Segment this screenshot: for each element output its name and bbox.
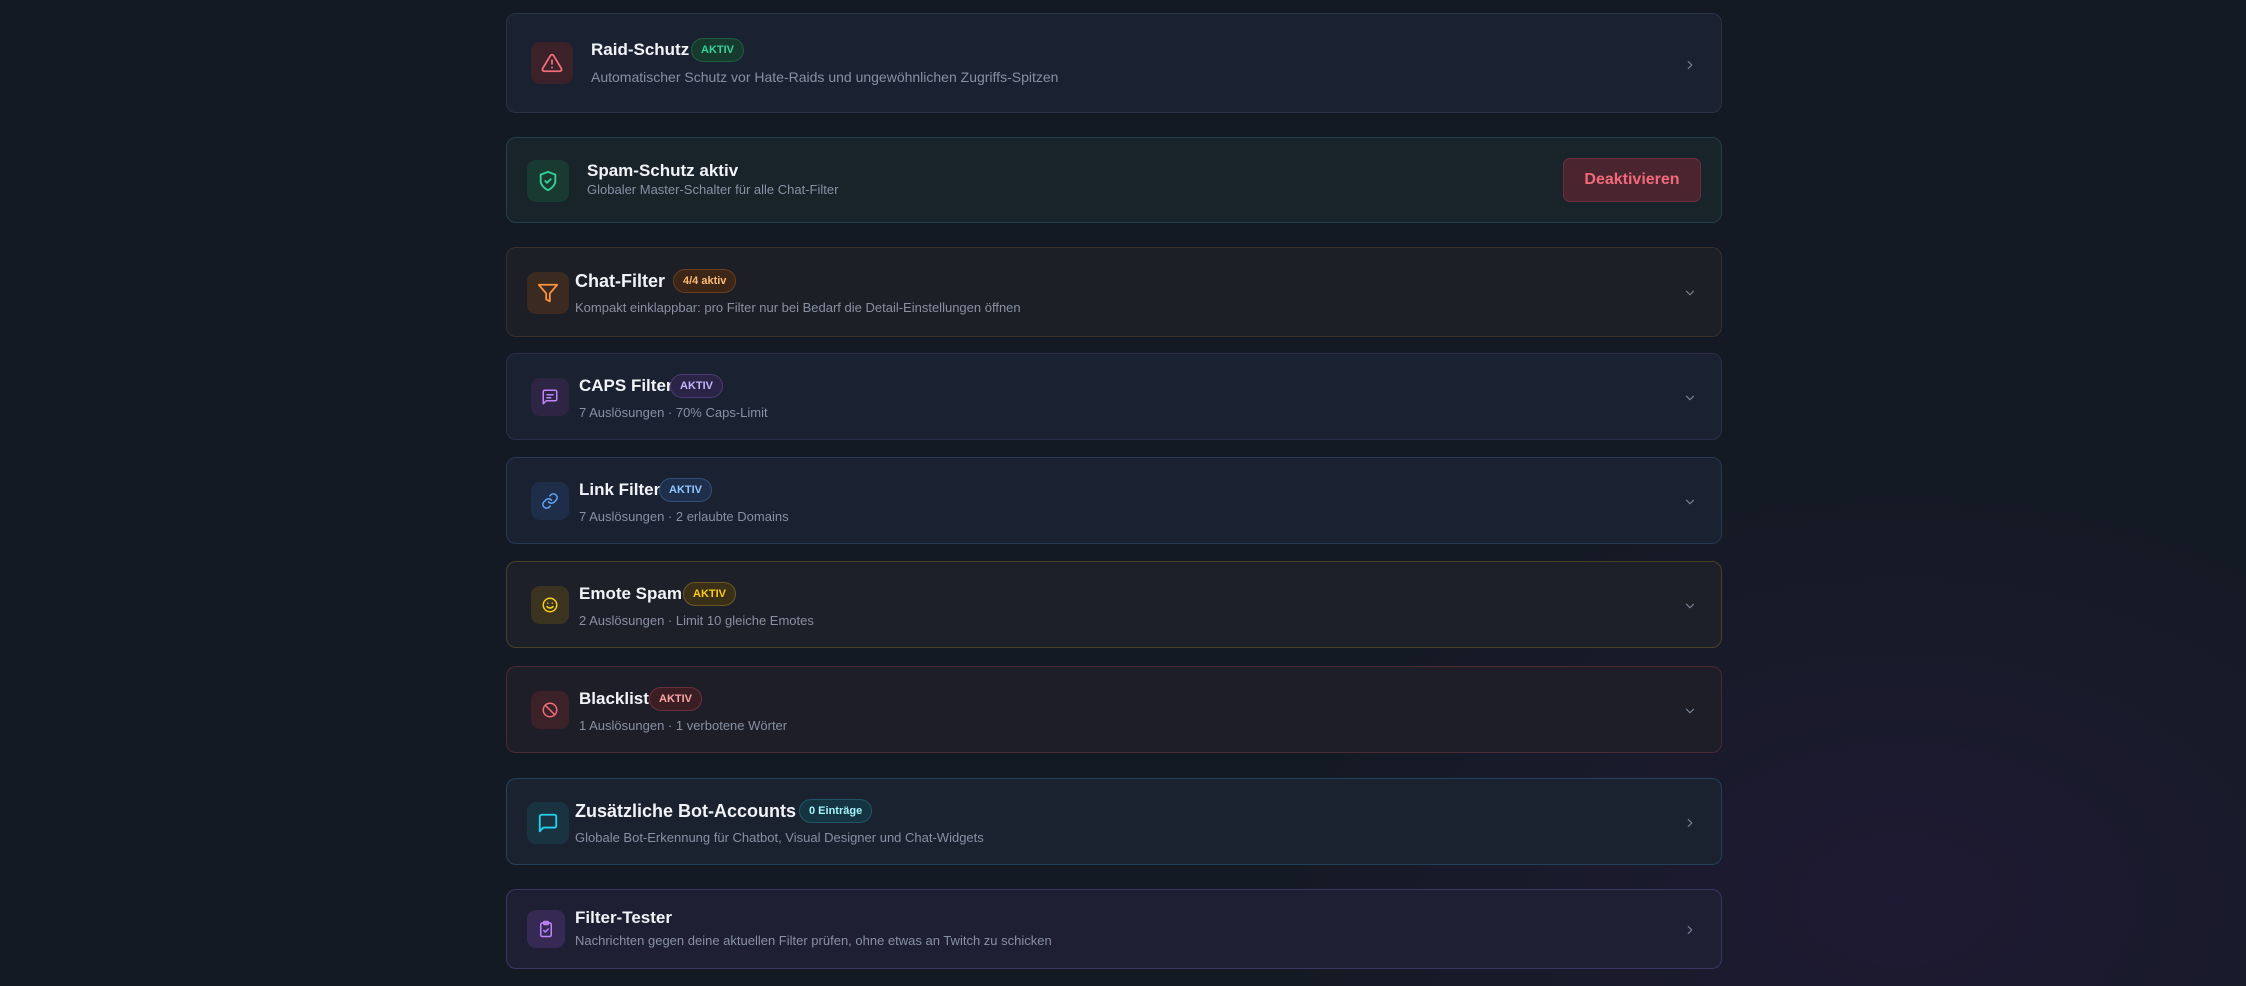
link-icon [531, 482, 569, 520]
chat-filter-subtitle: Kompakt einklappbar: pro Filter nur bei … [575, 300, 1021, 315]
spam-protection-card: Spam-Schutz aktiv Globaler Master-Schalt… [506, 137, 1722, 223]
link-filter-title: Link Filter [579, 480, 661, 499]
bot-accounts-count-badge: 0 Einträge [799, 799, 873, 823]
chevron-right-icon [1683, 816, 1697, 830]
bot-accounts-subtitle: Globale Bot-Erkennung für Chatbot, Visua… [575, 830, 984, 845]
chevron-down-icon [1683, 599, 1697, 613]
link-filter-subtitle: 7 Auslösungen · 2 erlaubte Domains [579, 509, 789, 524]
blacklist-status-badge: AKTIV [649, 687, 702, 711]
warning-triangle-icon [531, 42, 573, 84]
smile-icon [531, 586, 569, 624]
chevron-right-icon [1683, 58, 1697, 72]
raid-protection-card[interactable]: Raid-Schutz AKTIV Automatischer Schutz v… [506, 13, 1722, 113]
deactivate-button[interactable]: Deaktivieren [1563, 158, 1701, 202]
filter-tester-card[interactable]: Filter-Tester Nachrichten gegen deine ak… [506, 889, 1722, 969]
shield-check-icon [527, 160, 569, 202]
raid-subtitle: Automatischer Schutz vor Hate-Raids und … [591, 69, 1059, 85]
chevron-right-icon [1683, 923, 1697, 937]
caps-filter-subtitle: 7 Auslösungen · 70% Caps-Limit [579, 405, 768, 420]
raid-status-badge: AKTIV [691, 38, 744, 62]
chevron-down-icon [1683, 704, 1697, 718]
filter-icon [527, 272, 569, 314]
raid-title: Raid-Schutz [591, 40, 690, 59]
blacklist-card[interactable]: Blacklist AKTIV 1 Auslösungen · 1 verbot… [506, 666, 1722, 753]
blacklist-title: Blacklist [579, 689, 649, 708]
spam-subtitle: Globaler Master-Schalter für alle Chat-F… [587, 182, 839, 197]
chevron-down-icon [1683, 495, 1697, 509]
caps-filter-card[interactable]: CAPS Filter AKTIV 7 Auslösungen · 70% Ca… [506, 353, 1722, 440]
link-filter-card[interactable]: Link Filter AKTIV 7 Auslösungen · 2 erla… [506, 457, 1722, 544]
chat-filter-count-badge: 4/4 aktiv [673, 269, 737, 293]
emote-spam-title: Emote Spam [579, 584, 682, 603]
emote-spam-status-badge: AKTIV [683, 582, 736, 606]
chat-bubble-icon [527, 802, 569, 844]
chat-filter-title: Chat-Filter [575, 271, 665, 291]
emote-spam-subtitle: 2 Auslösungen · Limit 10 gleiche Emotes [579, 613, 814, 628]
filter-tester-subtitle: Nachrichten gegen deine aktuellen Filter… [575, 933, 1052, 948]
blacklist-subtitle: 1 Auslösungen · 1 verbotene Wörter [579, 718, 788, 733]
chat-filter-section[interactable]: Chat-Filter 4/4 aktiv Kompakt einklappba… [506, 247, 1722, 337]
chevron-down-icon [1683, 391, 1697, 405]
emote-spam-card[interactable]: Emote Spam AKTIV 2 Auslösungen · Limit 1… [506, 561, 1722, 648]
caps-filter-title: CAPS Filter [579, 376, 673, 395]
caps-filter-status-badge: AKTIV [670, 374, 723, 398]
filter-tester-title: Filter-Tester [575, 908, 672, 927]
message-square-icon [531, 378, 569, 416]
ban-icon [531, 691, 569, 729]
link-filter-status-badge: AKTIV [659, 478, 712, 502]
bot-accounts-card[interactable]: Zusätzliche Bot-Accounts 0 Einträge Glob… [506, 778, 1722, 865]
chevron-down-icon [1683, 286, 1697, 300]
bot-accounts-title: Zusätzliche Bot-Accounts [575, 801, 797, 821]
spam-title: Spam-Schutz aktiv [587, 161, 739, 180]
clipboard-check-icon [527, 910, 565, 948]
